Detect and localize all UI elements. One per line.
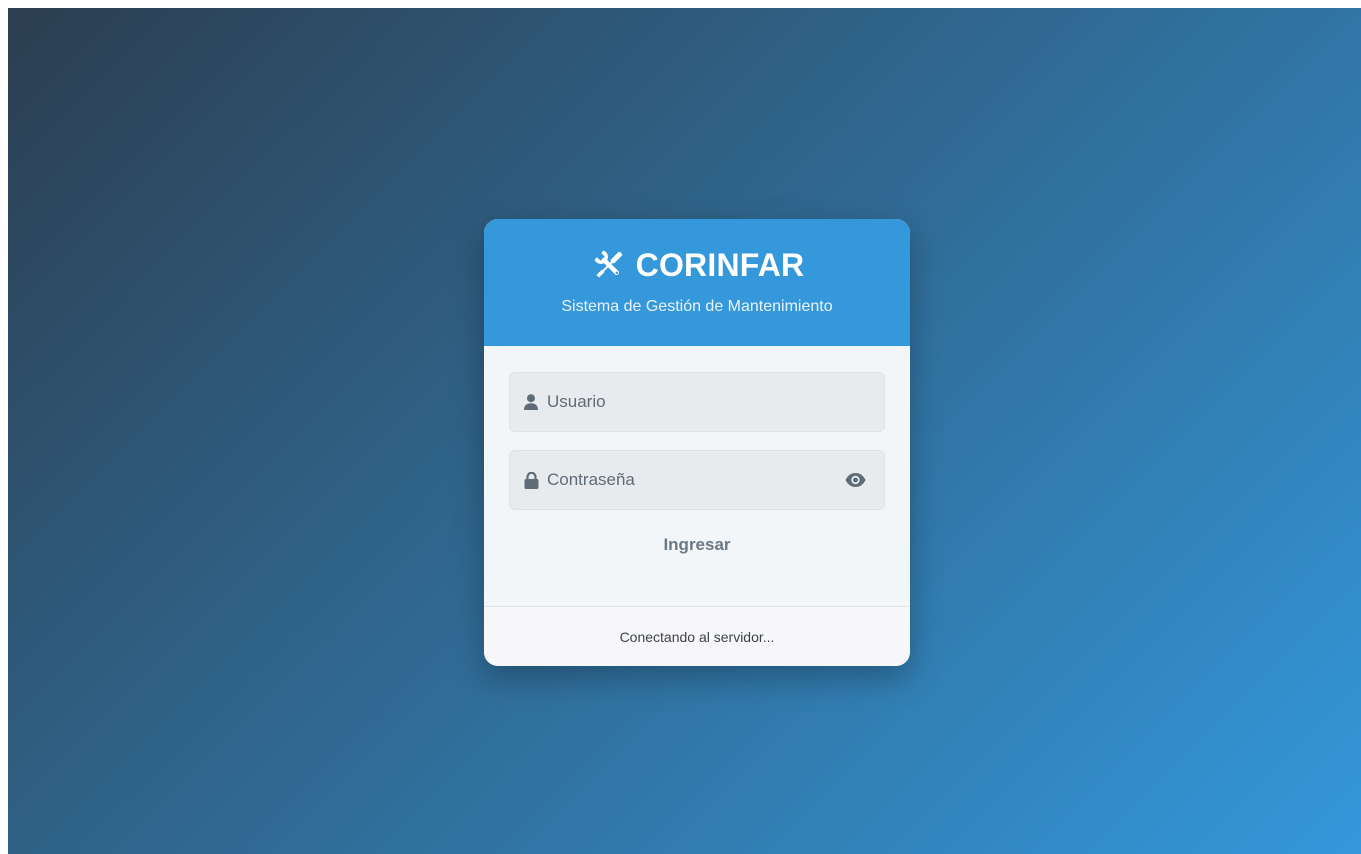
- tools-icon: [590, 247, 628, 283]
- password-placeholder: Contraseña: [547, 470, 635, 489]
- eye-icon[interactable]: [844, 472, 866, 488]
- lock-icon: [523, 471, 539, 489]
- user-icon: [523, 393, 539, 411]
- login-button[interactable]: Ingresar: [509, 530, 885, 560]
- brand-subtitle: Sistema de Gestión de Mantenimiento: [561, 298, 833, 315]
- brand: CORINFAR: [484, 245, 910, 285]
- username-placeholder: Usuario: [547, 392, 606, 411]
- connection-status: Conectando al servidor...: [484, 606, 910, 666]
- page-background: CORINFAR Sistema de Gestión de Mantenimi…: [8, 8, 1361, 854]
- username-field[interactable]: Usuario: [509, 372, 885, 432]
- card-header: CORINFAR Sistema de Gestión de Mantenimi…: [484, 219, 910, 346]
- password-field[interactable]: Contraseña: [509, 450, 885, 510]
- login-form: Usuario Contraseña Ingresar: [484, 346, 910, 606]
- brand-title: CORINFAR: [635, 246, 805, 283]
- login-card: CORINFAR Sistema de Gestión de Mantenimi…: [484, 219, 910, 666]
